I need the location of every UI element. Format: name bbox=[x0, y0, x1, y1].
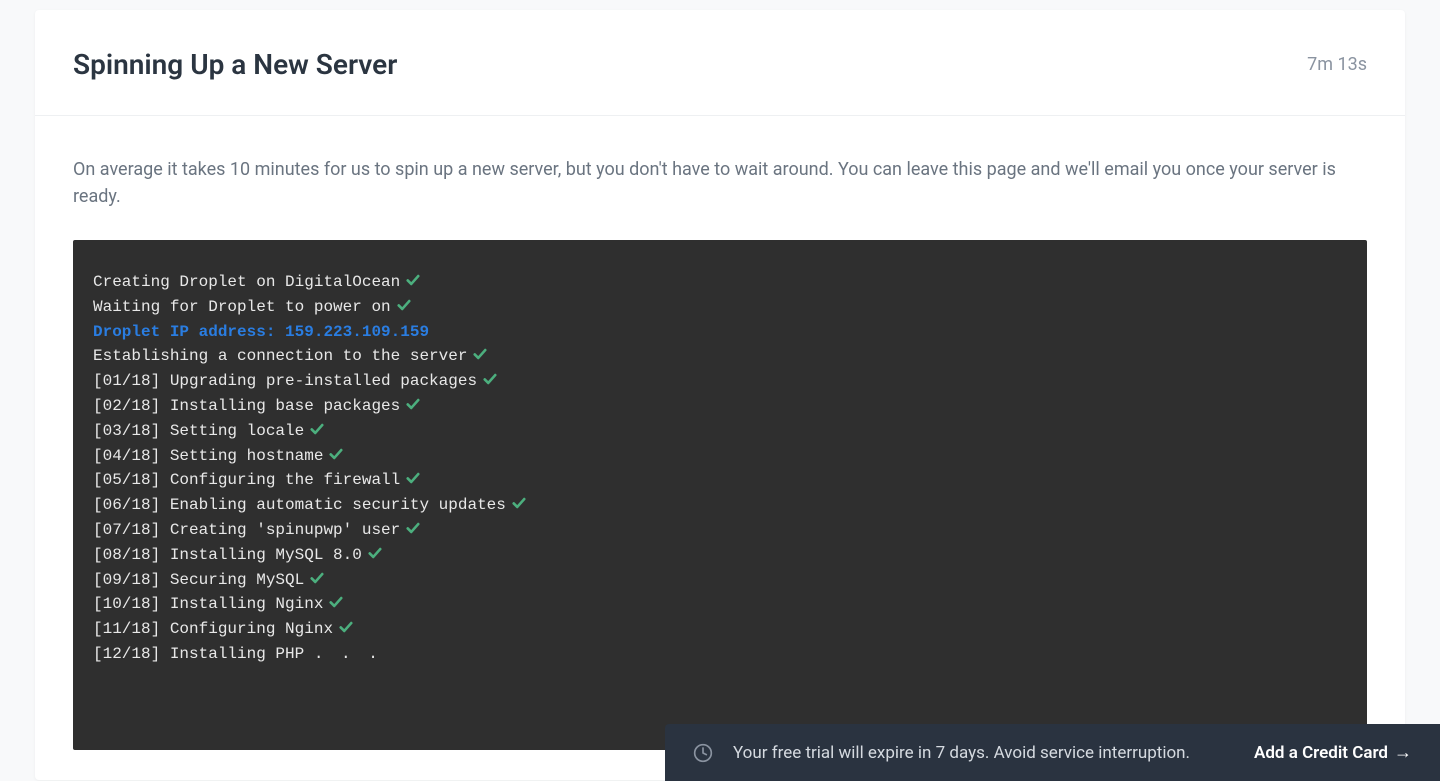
terminal-line: [06/18] Enabling automatic security upda… bbox=[93, 493, 1347, 518]
check-icon bbox=[333, 620, 353, 638]
description-text: On average it takes 10 minutes for us to… bbox=[73, 156, 1367, 210]
terminal-line-text: Droplet IP address: 159.223.109.159 bbox=[93, 323, 429, 341]
terminal-line: [01/18] Upgrading pre-installed packages bbox=[93, 369, 1347, 394]
arrow-right-icon: → bbox=[1394, 742, 1412, 763]
clock-icon bbox=[693, 743, 713, 763]
terminal-line-text: [11/18] Configuring Nginx bbox=[93, 620, 333, 638]
check-icon bbox=[467, 347, 487, 365]
terminal-line-text: Establishing a connection to the server bbox=[93, 347, 467, 365]
terminal-line: [05/18] Configuring the firewall bbox=[93, 468, 1347, 493]
provisioning-card: Spinning Up a New Server 7m 13s On avera… bbox=[35, 10, 1405, 780]
check-icon bbox=[400, 397, 420, 415]
loading-dots: . . . bbox=[314, 645, 382, 663]
check-icon bbox=[323, 447, 343, 465]
terminal-line: [03/18] Setting locale bbox=[93, 419, 1347, 444]
check-icon bbox=[400, 521, 420, 539]
terminal-line-text: [10/18] Installing Nginx bbox=[93, 595, 323, 613]
check-icon bbox=[304, 422, 324, 440]
check-icon bbox=[323, 595, 343, 613]
terminal-line-text: [05/18] Configuring the firewall bbox=[93, 471, 400, 489]
terminal-line-text: [03/18] Setting locale bbox=[93, 422, 304, 440]
check-icon bbox=[362, 546, 382, 564]
card-body: On average it takes 10 minutes for us to… bbox=[35, 116, 1405, 780]
terminal-line: Waiting for Droplet to power on bbox=[93, 295, 1347, 320]
terminal-line-text: [04/18] Setting hostname bbox=[93, 447, 323, 465]
terminal-line: [07/18] Creating 'spinupwp' user bbox=[93, 518, 1347, 543]
check-icon bbox=[391, 298, 411, 316]
trial-notification-bar: Your free trial will expire in 7 days. A… bbox=[665, 724, 1440, 781]
terminal-line: [12/18] Installing PHP . . . bbox=[93, 642, 1347, 667]
notification-message: Your free trial will expire in 7 days. A… bbox=[733, 743, 1234, 763]
terminal-line: Creating Droplet on DigitalOcean bbox=[93, 270, 1347, 295]
terminal-line-text: [12/18] Installing PHP bbox=[93, 645, 314, 663]
terminal-line: [09/18] Securing MySQL bbox=[93, 568, 1347, 593]
terminal-line-text: [01/18] Upgrading pre-installed packages bbox=[93, 372, 477, 390]
terminal-line: [08/18] Installing MySQL 8.0 bbox=[93, 543, 1347, 568]
check-icon bbox=[506, 496, 526, 514]
terminal-output: Creating Droplet on DigitalOcean Waiting … bbox=[73, 240, 1367, 750]
terminal-line: Droplet IP address: 159.223.109.159 bbox=[93, 320, 1347, 345]
page-title: Spinning Up a New Server bbox=[73, 48, 397, 81]
elapsed-time: 7m 13s bbox=[1307, 54, 1367, 75]
terminal-line-text: [08/18] Installing MySQL 8.0 bbox=[93, 546, 362, 564]
check-icon bbox=[304, 571, 324, 589]
terminal-line: [11/18] Configuring Nginx bbox=[93, 617, 1347, 642]
terminal-line: Establishing a connection to the server bbox=[93, 344, 1347, 369]
add-credit-card-link[interactable]: Add a Credit Card → bbox=[1254, 742, 1412, 763]
terminal-line-text: [07/18] Creating 'spinupwp' user bbox=[93, 521, 400, 539]
terminal-line-text: [06/18] Enabling automatic security upda… bbox=[93, 496, 506, 514]
check-icon bbox=[400, 273, 420, 291]
terminal-line: [04/18] Setting hostname bbox=[93, 444, 1347, 469]
terminal-line-text: Waiting for Droplet to power on bbox=[93, 298, 391, 316]
check-icon bbox=[400, 471, 420, 489]
terminal-line: [02/18] Installing base packages bbox=[93, 394, 1347, 419]
terminal-line-text: Creating Droplet on DigitalOcean bbox=[93, 273, 400, 291]
terminal-line: [10/18] Installing Nginx bbox=[93, 592, 1347, 617]
notification-action-label: Add a Credit Card bbox=[1254, 743, 1388, 763]
check-icon bbox=[477, 372, 497, 390]
terminal-line-text: [02/18] Installing base packages bbox=[93, 397, 400, 415]
terminal-line-text: [09/18] Securing MySQL bbox=[93, 571, 304, 589]
card-header: Spinning Up a New Server 7m 13s bbox=[35, 10, 1405, 116]
